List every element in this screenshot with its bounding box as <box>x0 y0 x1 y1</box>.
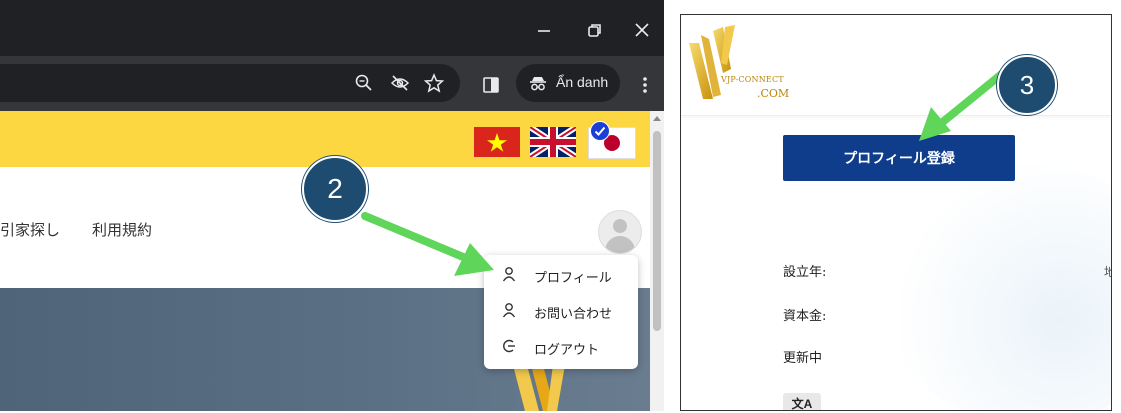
right-screenshot-panel: VJP-CONNECT .COM プロフィール登録 設立年: 資本金: 更新中 … <box>680 14 1112 411</box>
left-screenshot-panel: Ẩn danh 引家探し 利用規約 プロフィール お問い合わせ ログアウト 2 <box>0 0 664 411</box>
step-badge-2: 2 <box>302 156 368 222</box>
step-badge-3: 3 <box>997 55 1057 115</box>
